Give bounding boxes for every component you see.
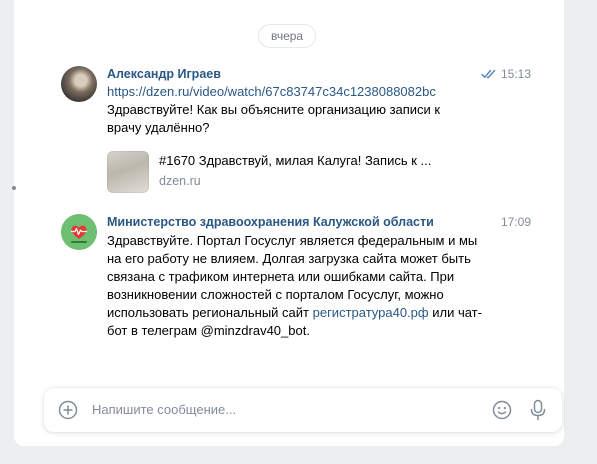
region-site-link[interactable]: регистратура40.рф	[313, 305, 429, 320]
message-link[interactable]: https://dzen.ru/video/watch/67c83747c34c…	[107, 83, 521, 101]
chat-panel: вчера Александр Играев 15:13 https://dze…	[12, 0, 564, 446]
double-check-icon	[481, 69, 496, 79]
message-composer: Напишите сообщение...	[44, 388, 562, 432]
attachment-title[interactable]: #1670 Здравствуй, милая Калуга! Запись к…	[159, 153, 431, 168]
message-meta: 17:09	[501, 215, 531, 229]
message-time[interactable]: 15:13	[501, 67, 531, 81]
message-meta: 15:13	[481, 67, 531, 81]
video-link[interactable]: https://dzen.ru/video/watch/67c83747c34c…	[107, 84, 436, 99]
date-separator: вчера	[259, 25, 316, 47]
attach-plus-icon[interactable]	[58, 400, 78, 420]
message-body: Александр Играев 15:13 https://dzen.ru/v…	[107, 66, 531, 197]
avatar[interactable]	[61, 66, 97, 102]
microphone-icon[interactable]	[528, 399, 548, 421]
heart-logo-icon	[61, 214, 97, 250]
message-author[interactable]: Министерство здравоохранения Калужской о…	[107, 214, 521, 230]
attachment-domain: dzen.ru	[159, 174, 201, 188]
emoji-icon[interactable]	[492, 400, 512, 420]
attachment-thumbnail[interactable]	[107, 151, 149, 193]
avatar[interactable]	[61, 214, 97, 250]
message-time[interactable]: 17:09	[501, 215, 531, 229]
scroll-indicator[interactable]	[12, 186, 16, 190]
message-text: Здравствуйте. Портал Госуслуг является ф…	[107, 232, 485, 340]
message-text: Здравствуйте! Как вы объясните организац…	[107, 102, 441, 135]
message-body: Министерство здравоохранения Калужской о…	[107, 214, 531, 340]
message-author[interactable]: Александр Играев	[107, 66, 521, 82]
message-input[interactable]: Напишите сообщение...	[92, 402, 236, 417]
link-attachment[interactable]: #1670 Здравствуй, милая Калуга! Запись к…	[107, 147, 521, 197]
date-separator-label: вчера	[271, 29, 304, 43]
